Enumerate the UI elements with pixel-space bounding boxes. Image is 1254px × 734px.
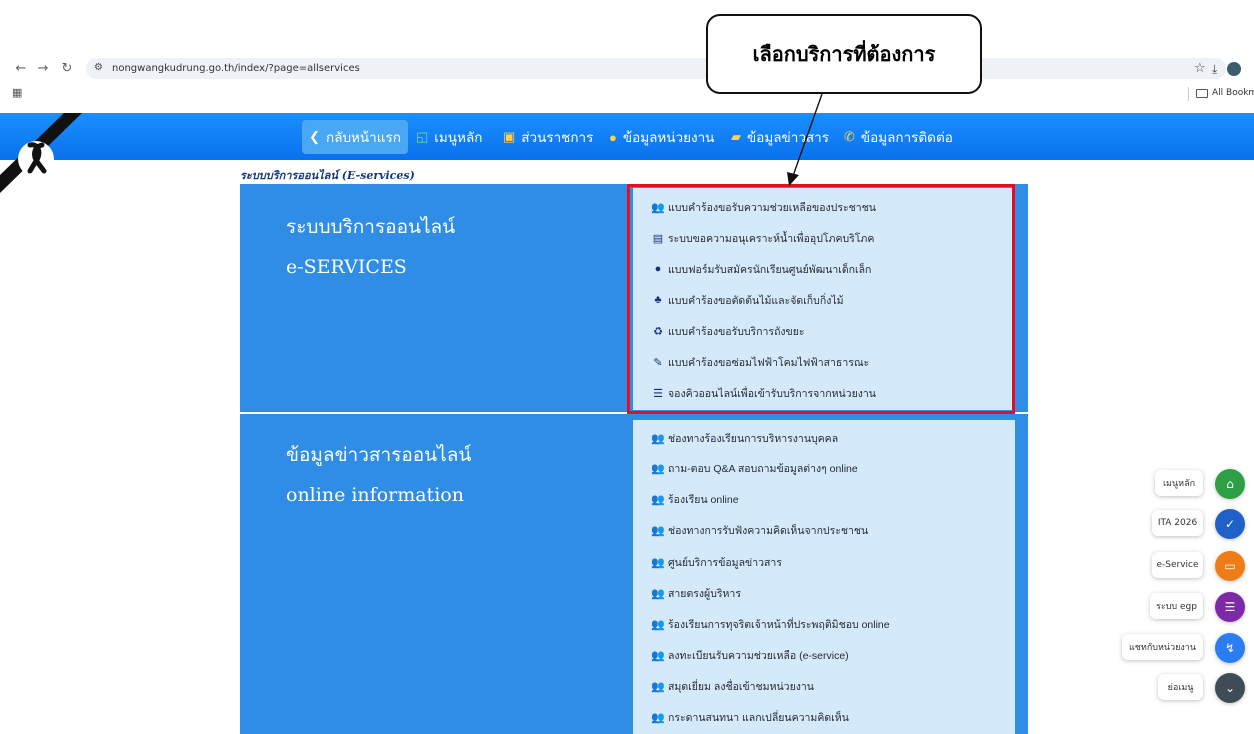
check-badge-icon[interactable]: ✓ [1215, 509, 1245, 539]
bookmarks-bar: ▦ All Bookmarks [0, 86, 1254, 102]
users-icon: 👥 [651, 680, 665, 693]
fab-label-chat[interactable]: แชทกับหน่วยงาน [1122, 634, 1203, 660]
eservices-title-th: ระบบบริการออนไลน์ [286, 216, 456, 238]
menu-back-home-label: กลับหน้าแรก [326, 130, 401, 145]
mourning-ribbon-icon [0, 113, 82, 193]
bookmarks-divider [1188, 87, 1189, 101]
users-icon: 👥 [651, 462, 665, 475]
fab-label-ita[interactable]: ITA 2026 [1152, 510, 1203, 536]
users-icon: 👥 [651, 493, 665, 506]
info-item-label: สมุดเยี่ยม ลงชื่อเข้าชมหน่วยงาน [668, 680, 814, 693]
apps-grid-icon[interactable]: ▦ [12, 86, 22, 99]
info-item-label: ศูนย์บริการข้อมูลข่าวสาร [668, 556, 782, 569]
users-icon: 👥 [651, 587, 665, 600]
menu-back-home[interactable]: ❮ กลับหน้าแรก [302, 120, 408, 154]
chevron-left-icon: ❮ [309, 129, 321, 144]
info-item[interactable]: 👥 ร้องเรียนการทุจริตเจ้าหน้าที่ประพฤติมิช… [651, 616, 890, 632]
section-label: ระบบบริการออนไลน์ (E-services) [240, 169, 415, 182]
info-item[interactable]: 👥 ถาม-ตอบ Q&A สอบถามข้อมูลต่างๆ online [651, 460, 858, 476]
info-item-label: ร้องเรียน online [668, 493, 739, 506]
menu-news-label: ข้อมูลข่าวสาร [747, 130, 829, 145]
users-icon: 👥 [651, 432, 665, 445]
info-item-label: ช่องทางร้องเรียนการบริหารงานบุคคล [668, 432, 839, 445]
info-item-label: ลงทะเบียนรับความช่วยเหลือ (e-service) [668, 649, 849, 662]
profile-avatar[interactable] [1227, 62, 1241, 76]
info-item[interactable]: 👥 ศูนย์บริการข้อมูลข่าวสาร [651, 554, 782, 570]
messenger-icon[interactable]: ↯ [1215, 633, 1245, 663]
info-item-label: ถาม-ตอบ Q&A สอบถามข้อมูลต่างๆ online [668, 462, 858, 475]
info-item[interactable]: 👥 ร้องเรียน online [651, 491, 739, 507]
reload-icon[interactable]: ↻ [60, 60, 74, 78]
info-item[interactable]: 👥 สมุดเยี่ยม ลงชื่อเข้าชมหน่วยงาน [651, 678, 814, 694]
info-item[interactable]: 👥 สายตรงผู้บริหาร [651, 585, 741, 601]
eservices-title-en: e-SERVICES [286, 256, 407, 278]
calendar-icon: ▣ [503, 129, 516, 144]
comments-icon: ▰ [731, 129, 741, 144]
fab-label-eservice[interactable]: e-Service [1152, 552, 1203, 578]
menu-departments[interactable]: ▣ ส่วนราชการ [503, 120, 593, 154]
info-item[interactable]: 👥 ช่องทางร้องเรียนการบริหารงานบุคคล [651, 430, 839, 446]
fab-label-main-menu[interactable]: เมนูหลัก [1155, 470, 1203, 496]
callout-text: เลือกบริการที่ต้องการ [752, 42, 936, 66]
list-icon[interactable]: ☰ [1215, 592, 1245, 622]
menu-contact-label: ข้อมูลการติดต่อ [860, 130, 953, 145]
users-icon: 👥 [651, 556, 665, 569]
menu-agency-info-label: ข้อมูลหน่วยงาน [622, 130, 715, 145]
highlight-box [627, 184, 1015, 414]
monitor-icon[interactable]: ▭ [1215, 551, 1245, 581]
info-item-label: ช่องทางการรับฟังความคิดเห็นจากประชาชน [668, 524, 869, 537]
forward-arrow-icon[interactable]: → [36, 60, 50, 78]
menu-contact[interactable]: ✆ ข้อมูลการติดต่อ [844, 120, 953, 154]
info-title-th: ข้อมูลข่าวสารออนไลน์ [286, 444, 472, 466]
info-item-label: สายตรงผู้บริหาร [668, 587, 741, 600]
info-title-en: online information [286, 484, 464, 506]
url-text[interactable]: nongwangkudrung.go.th/index/?page=allser… [112, 62, 360, 75]
menu-departments-label: ส่วนราชการ [521, 130, 594, 145]
info-item-label: ร้องเรียนการทุจริตเจ้าหน้าที่ประพฤติมิชอ… [668, 618, 890, 631]
folder-icon [1196, 89, 1208, 98]
all-bookmarks-link[interactable]: All Bookmarks [1212, 88, 1254, 98]
fab-label-egp[interactable]: ระบบ egp [1150, 593, 1203, 619]
callout-box: เลือกบริการที่ต้องการ [706, 14, 982, 94]
chevron-down-icon[interactable]: ⌄ [1215, 673, 1245, 703]
users-icon: 👥 [651, 649, 665, 662]
info-item-label: กระดานสนทนา แลกเปลี่ยนความคิดเห็น [668, 711, 849, 724]
home-icon[interactable]: ⌂ [1215, 469, 1245, 499]
users-icon: 👥 [651, 618, 665, 631]
info-item[interactable]: 👥 กระดานสนทนา แลกเปลี่ยนความคิดเห็น [651, 709, 849, 725]
menu-main-label: เมนูหลัก [434, 130, 483, 145]
cast-icon: ◱ [416, 129, 429, 144]
browser-toolbar: ← → ↻ ⚙ nongwangkudrung.go.th/index/?pag… [0, 58, 1254, 80]
site-settings-icon[interactable]: ⚙ [94, 61, 103, 75]
info-item[interactable]: 👥 ลงทะเบียนรับความช่วยเหลือ (e-service) [651, 647, 849, 663]
menu-agency-info[interactable]: ● ข้อมูลหน่วยงาน [609, 120, 714, 154]
menu-news[interactable]: ▰ ข้อมูลข่าวสาร [731, 120, 829, 154]
info-item[interactable]: 👥 ช่องทางการรับฟังความคิดเห็นจากประชาชน [651, 522, 869, 538]
users-icon: 👥 [651, 524, 665, 537]
fab-label-collapse[interactable]: ย่อเมนู [1158, 674, 1203, 700]
download-icon[interactable]: ⤓ [1212, 60, 1217, 78]
info-icon: ● [609, 129, 617, 145]
star-icon[interactable]: ☆ [1194, 60, 1206, 78]
phone-icon: ✆ [844, 129, 855, 144]
menu-main[interactable]: ◱ เมนูหลัก [416, 120, 482, 154]
users-icon: 👥 [651, 711, 665, 724]
back-arrow-icon[interactable]: ← [14, 60, 28, 78]
